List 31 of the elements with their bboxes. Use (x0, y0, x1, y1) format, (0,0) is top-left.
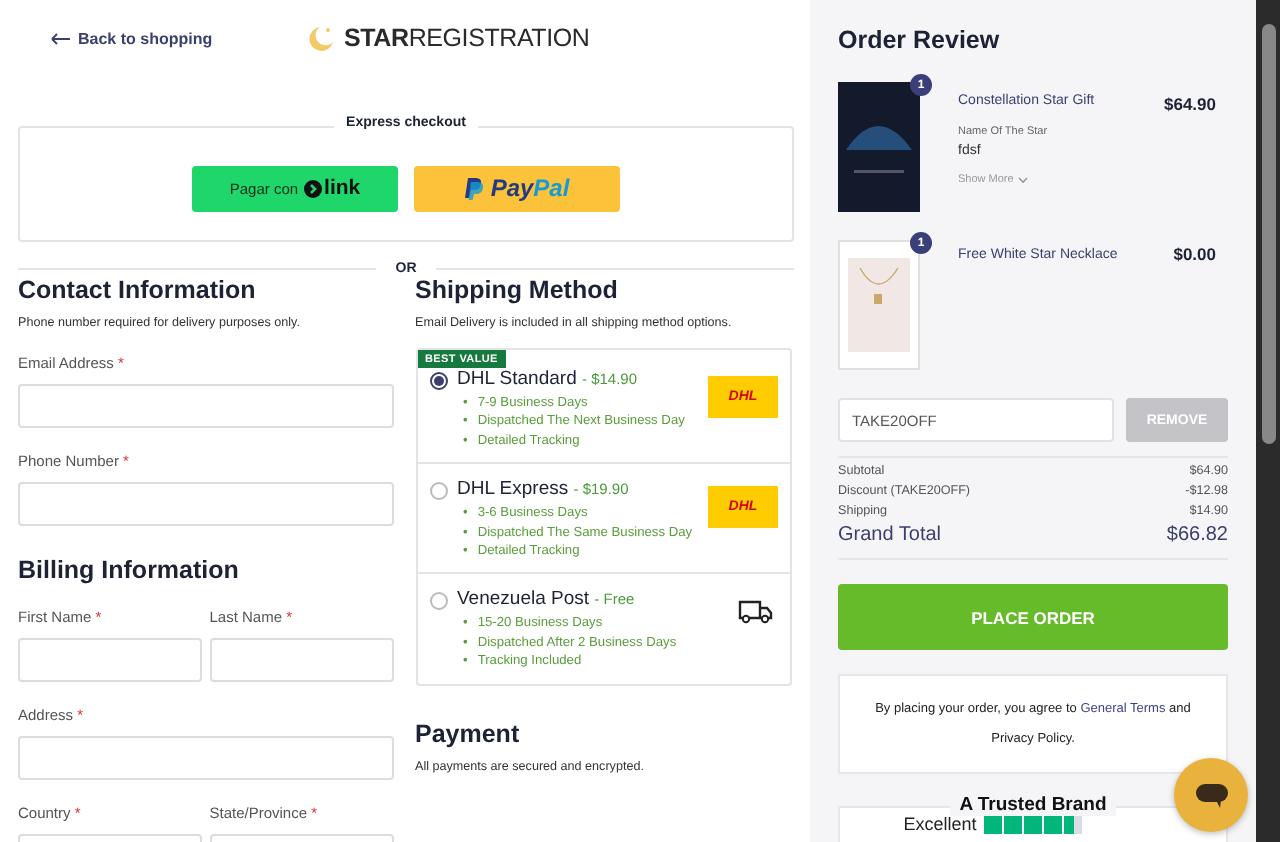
input-field[interactable] (18, 482, 393, 526)
section-heading: Shipping Method (415, 276, 620, 304)
chat-bubble-icon (1195, 783, 1227, 807)
section-heading: Billing Information (18, 556, 241, 584)
input-field[interactable] (209, 638, 393, 682)
moon-logo-icon (306, 23, 336, 53)
section-heading: Contact Information (18, 276, 258, 304)
truck-icon (738, 598, 774, 625)
radio-button[interactable] (429, 592, 447, 611)
input-field[interactable] (18, 736, 393, 780)
product-price: $64.90 (1164, 92, 1218, 118)
paypal-logo-icon (464, 177, 485, 199)
chevron-down-icon (1017, 176, 1028, 184)
section-heading: Payment (415, 719, 522, 748)
necklace-card-drawing (838, 240, 920, 370)
star-poster-drawing (838, 82, 920, 212)
arrow-circle-icon (304, 179, 323, 197)
logo-text: STARREGISTRATION (344, 24, 590, 52)
paypal-button[interactable]: PayPal (414, 165, 620, 211)
panel-title: Order Review (838, 26, 1002, 54)
trust-title: A Trusted Brand (949, 794, 1117, 816)
arrow-left-icon (50, 31, 70, 45)
radio-button[interactable] (429, 372, 447, 390)
grand-total-label: Grand Total (838, 524, 942, 546)
input-field[interactable] (18, 638, 202, 682)
radio-button[interactable] (429, 482, 447, 501)
back-link[interactable]: Back to shopping (50, 29, 306, 47)
product-price: $0.00 (1173, 242, 1218, 268)
input-field[interactable] (18, 384, 393, 428)
grand-total-value: $66.82 (1166, 524, 1228, 546)
rating-text: Excellent (903, 814, 977, 834)
